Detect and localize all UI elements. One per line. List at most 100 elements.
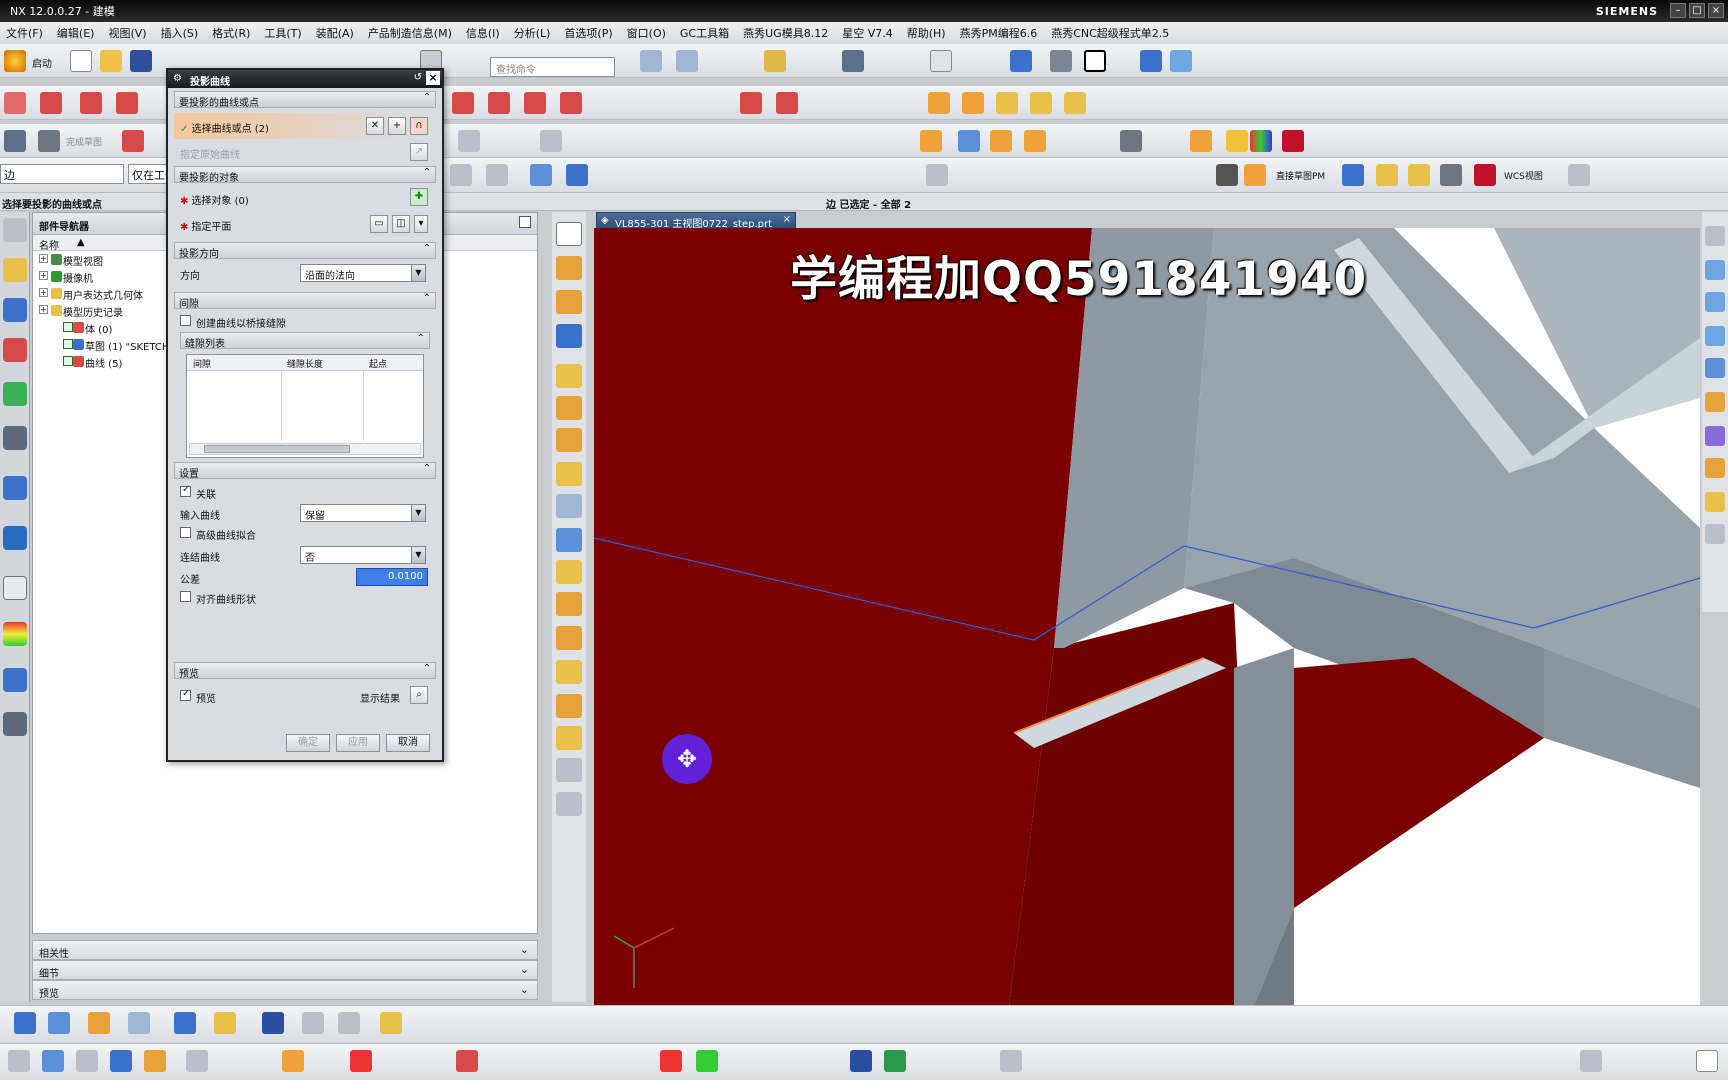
datum-axis-icon[interactable] — [540, 130, 562, 152]
open-folder-icon[interactable] — [100, 50, 122, 72]
menu-item[interactable]: 窗口(O) — [627, 25, 666, 41]
top-view-icon[interactable] — [1408, 164, 1430, 186]
chevron-down-icon[interactable]: ⌄ — [520, 983, 529, 996]
menu-item[interactable]: 文件(F) — [6, 25, 43, 41]
section-gap-list[interactable]: 缝隙列表 ⌃ — [180, 332, 430, 350]
background-icon[interactable] — [1084, 50, 1106, 72]
render-style-icon[interactable] — [1010, 50, 1032, 72]
xt-icon[interactable] — [660, 1050, 682, 1072]
origin-curve-icon[interactable]: ↗ — [410, 143, 428, 161]
assembly-navigator-icon[interactable] — [3, 258, 27, 282]
advanced-fit-checkbox[interactable] — [180, 527, 191, 538]
curve-rule-icon[interactable]: ∩ — [410, 117, 428, 135]
menu-item[interactable]: 燕秀CNC超级程式单2.5 — [1051, 25, 1169, 41]
datum-plane-icon[interactable] — [458, 130, 480, 152]
save-icon[interactable] — [130, 50, 152, 72]
add-icon[interactable]: + — [388, 117, 406, 135]
selection-scope-select[interactable]: 仅在工作部件内 — [128, 164, 168, 184]
sort-up-icon[interactable]: ▲ — [77, 237, 85, 248]
offset-curve-icon[interactable] — [488, 92, 510, 114]
minimize-icon[interactable]: – — [1670, 3, 1686, 18]
visibility-checkbox[interactable] — [63, 339, 73, 349]
apply-button[interactable]: 应用 — [336, 734, 380, 752]
color-icon[interactable] — [1250, 130, 1272, 152]
inspect-icon[interactable] — [842, 50, 864, 72]
menu-item[interactable]: 编辑(E) — [57, 25, 95, 41]
menu-item[interactable]: 工具(T) — [264, 25, 301, 41]
layer-settings-icon[interactable] — [214, 1012, 236, 1034]
plane-dialog-icon[interactable]: ▭ — [370, 215, 388, 233]
chamfer-icon[interactable] — [958, 130, 980, 152]
specify-plane-row[interactable]: ✱ 指定平面 ▭ ◫ ▾ — [174, 212, 436, 236]
text-style-icon[interactable] — [338, 1012, 360, 1034]
dimension-icon[interactable] — [14, 1012, 36, 1034]
frame-icon[interactable] — [456, 1050, 478, 1072]
project-curve-icon[interactable] — [524, 92, 546, 114]
visibility-checkbox[interactable] — [63, 322, 73, 332]
select-object-row[interactable]: ✱ 选择对象 (0) ✚ — [174, 186, 436, 210]
resize-face-icon[interactable] — [556, 792, 582, 816]
wcs-view-label[interactable]: WCS视图 — [1504, 169, 1543, 182]
box-icon[interactable] — [1190, 130, 1212, 152]
ruled-surface-icon[interactable] — [1705, 260, 1725, 280]
join-curves-select[interactable]: 否 ▼ — [300, 546, 426, 564]
expand-icon[interactable]: + — [39, 305, 48, 314]
expand-icon[interactable]: + — [39, 271, 48, 280]
finish-sketch-label[interactable]: 完成草图 — [66, 135, 102, 148]
panel-details[interactable]: 细节 ⌄ — [32, 960, 538, 980]
menu-item[interactable]: 星空 V7.4 — [842, 25, 893, 41]
section-settings[interactable]: 设置 ⌃ — [174, 462, 436, 480]
delete-face-icon[interactable] — [556, 694, 582, 718]
studio-surface-icon[interactable] — [1705, 358, 1725, 378]
wcs-view-icon[interactable] — [1474, 164, 1496, 186]
reset-icon[interactable]: ↺ — [414, 72, 422, 83]
menu-item[interactable]: 视图(V) — [108, 25, 146, 41]
trimmed-sheet-icon[interactable] — [1705, 458, 1725, 478]
preview-checkbox[interactable] — [180, 688, 191, 701]
add-object-icon[interactable]: ✚ — [410, 188, 428, 206]
profile-icon[interactable] — [122, 130, 144, 152]
offset-face-icon[interactable] — [556, 462, 582, 486]
note-icon[interactable] — [88, 1012, 110, 1034]
red-face-main[interactable] — [594, 228, 1092, 1006]
dynamic-wcs-icon[interactable] — [1170, 50, 1192, 72]
annotation-text-icon[interactable] — [262, 1012, 284, 1034]
direction-select[interactable]: 沿面的法向 ▼ — [300, 264, 426, 282]
view-selection-icon[interactable] — [530, 164, 552, 186]
surface-icon[interactable] — [1705, 226, 1725, 246]
system-materials-icon[interactable] — [3, 622, 27, 646]
start-icon[interactable] — [4, 50, 26, 72]
p-icon[interactable] — [1244, 164, 1266, 186]
arc-icon[interactable] — [116, 92, 138, 114]
pull-face-icon[interactable] — [556, 758, 582, 782]
menu-item[interactable]: 格式(R) — [212, 25, 250, 41]
circle-icon[interactable] — [80, 92, 102, 114]
front-view-icon[interactable] — [1376, 164, 1398, 186]
cylinder-icon[interactable] — [1226, 130, 1248, 152]
pmi-icon[interactable] — [48, 1012, 70, 1034]
expand-icon[interactable]: + — [39, 288, 48, 297]
chevron-up-icon[interactable]: ⌃ — [423, 167, 431, 178]
sketch-environment-icon[interactable] — [4, 130, 26, 152]
expand-icon[interactable]: + — [39, 254, 48, 263]
export-icon[interactable] — [850, 1050, 872, 1072]
menu-item[interactable]: 分析(L) — [514, 25, 551, 41]
graphics-window[interactable] — [594, 228, 1700, 1006]
iso-view-icon[interactable] — [1440, 164, 1462, 186]
ok-button[interactable]: 确定 — [286, 734, 330, 752]
move-face-icon[interactable] — [556, 726, 582, 750]
close-icon[interactable]: × — [426, 71, 440, 85]
panel-preview[interactable]: 预览 ⌄ — [32, 980, 538, 1000]
subtract-icon[interactable] — [1030, 92, 1052, 114]
process-studio-icon[interactable] — [3, 668, 27, 692]
bridge-gap-checkbox[interactable] — [180, 315, 191, 326]
menu-item[interactable]: 信息(I) — [466, 25, 500, 41]
layer-icon[interactable] — [640, 50, 662, 72]
inferred-plane-icon[interactable]: ◫ — [392, 215, 410, 233]
chevron-up-icon[interactable]: ⌃ — [417, 333, 425, 344]
reuse-library-icon[interactable] — [3, 382, 27, 406]
pattern-icon[interactable] — [556, 396, 582, 420]
snap-icon[interactable] — [764, 50, 786, 72]
revolve-icon[interactable] — [962, 92, 984, 114]
horizontal-scrollbar[interactable] — [189, 443, 421, 455]
